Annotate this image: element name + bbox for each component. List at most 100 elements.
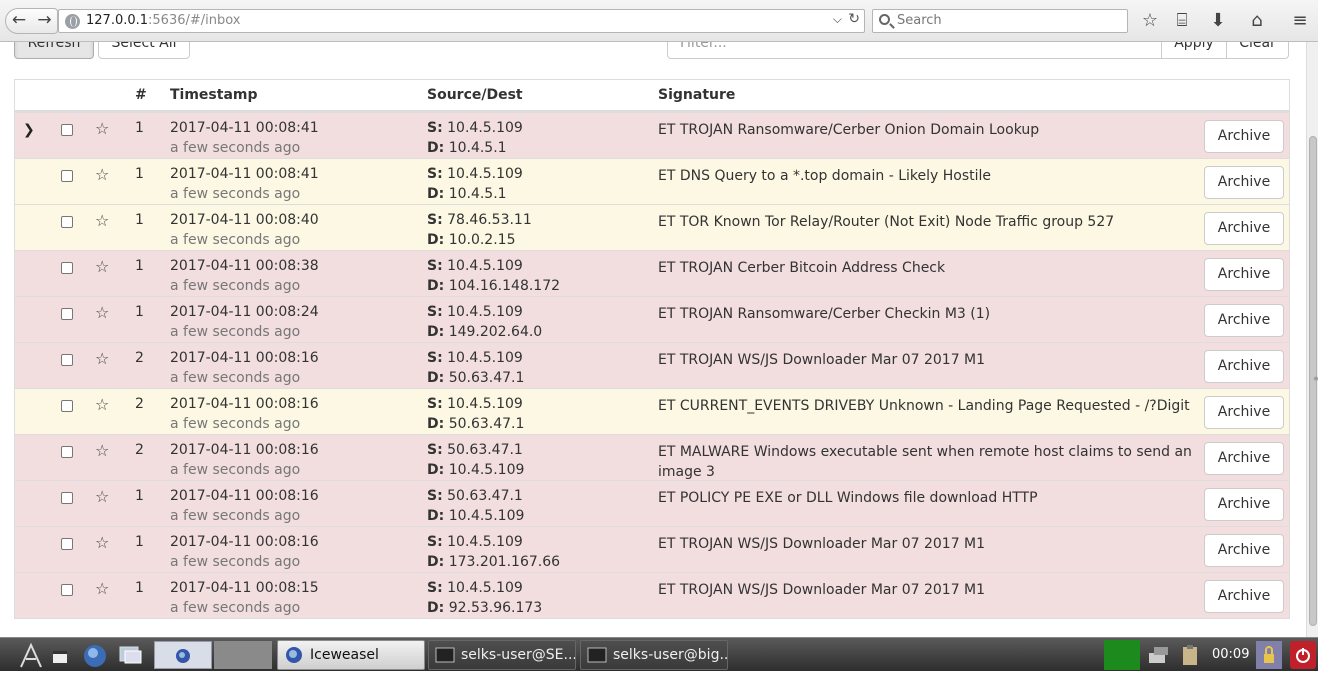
- apply-button[interactable]: Apply: [1161, 42, 1227, 59]
- archive-button[interactable]: Archive: [1204, 120, 1284, 153]
- task-iceweasel[interactable]: Iceweasel: [277, 640, 425, 670]
- row-checkbox[interactable]: [61, 354, 73, 366]
- reload-icon[interactable]: ↻: [848, 11, 860, 27]
- row-checkbox[interactable]: [61, 216, 73, 228]
- header-count[interactable]: #: [135, 87, 147, 103]
- row-checkbox[interactable]: [61, 400, 73, 412]
- row-signature[interactable]: ET TROJAN WS/JS Downloader Mar 07 2017 M…: [658, 580, 1203, 600]
- archive-button[interactable]: Archive: [1204, 442, 1284, 475]
- table-row[interactable]: ☆ 1 2017-04-11 00:08:15 a few seconds ago S:…: [15, 572, 1289, 618]
- star-icon[interactable]: ☆: [95, 579, 109, 598]
- table-row[interactable]: ☆ 2 2017-04-11 00:08:16 a few seconds ago S:…: [15, 434, 1289, 480]
- row-signature[interactable]: ET CURRENT_EVENTS DRIVEBY Unknown - Land…: [658, 396, 1203, 416]
- task-terminal-1[interactable]: selks-user@SE...: [428, 640, 576, 670]
- row-signature[interactable]: ET MALWARE Windows executable sent when …: [658, 442, 1203, 482]
- row-destination: D: 149.202.64.0: [427, 324, 543, 340]
- table-row[interactable]: ☆ 1 2017-04-11 00:08:38 a few seconds ago S:…: [15, 250, 1289, 296]
- row-signature[interactable]: ET TROJAN Cerber Bitcoin Address Check: [658, 258, 1203, 278]
- scrollbar-thumb[interactable]: ≡: [1309, 136, 1318, 626]
- archive-button[interactable]: Archive: [1204, 304, 1284, 337]
- archive-button[interactable]: Archive: [1204, 166, 1284, 199]
- row-destination: D: 10.4.5.1: [427, 140, 507, 156]
- row-signature[interactable]: ET TROJAN Ransomware/Cerber Onion Domain…: [658, 120, 1203, 140]
- table-row[interactable]: ☆ 1 2017-04-11 00:08:41 a few seconds ago S:…: [15, 158, 1289, 204]
- star-icon[interactable]: ☆: [95, 349, 109, 368]
- lock-screen-icon[interactable]: [1256, 641, 1282, 669]
- clear-button[interactable]: Clear: [1226, 42, 1289, 59]
- expand-caret-icon[interactable]: ❯: [23, 122, 35, 138]
- table-row[interactable]: ☆ 1 2017-04-11 00:08:40 a few seconds ago S:…: [15, 204, 1289, 250]
- table-row[interactable]: ☆ 1 2017-04-11 00:08:16 a few seconds ago S:…: [15, 480, 1289, 526]
- row-signature[interactable]: ET TROJAN Ransomware/Cerber Checkin M3 (…: [658, 304, 1203, 324]
- star-icon[interactable]: ☆: [95, 119, 109, 138]
- row-checkbox[interactable]: [61, 538, 73, 550]
- row-signature[interactable]: ET TROJAN WS/JS Downloader Mar 07 2017 M…: [658, 534, 1203, 554]
- workspace-2[interactable]: [214, 641, 272, 669]
- scrollbar[interactable]: ≡: [1306, 42, 1318, 637]
- header-source-dest[interactable]: Source/Dest: [427, 87, 523, 103]
- row-signature[interactable]: ET TROJAN WS/JS Downloader Mar 07 2017 M…: [658, 350, 1203, 370]
- row-timestamp: 2017-04-11 00:08:38: [170, 258, 319, 274]
- archive-button[interactable]: Archive: [1204, 350, 1284, 383]
- home-icon[interactable]: ⌂: [1245, 8, 1269, 34]
- row-checkbox[interactable]: [61, 492, 73, 504]
- table-row[interactable]: ☆ 2 2017-04-11 00:08:16 a few seconds ago S:…: [15, 342, 1289, 388]
- row-checkbox[interactable]: [61, 170, 73, 182]
- forward-button[interactable]: →: [32, 8, 58, 34]
- arrow-right-icon: →: [37, 10, 52, 30]
- windows-launcher-icon[interactable]: [118, 641, 144, 669]
- network-icon[interactable]: [1146, 641, 1172, 669]
- star-icon[interactable]: ☆: [95, 257, 109, 276]
- reading-list-icon[interactable]: ⌸: [1170, 8, 1194, 34]
- row-signature[interactable]: ET POLICY PE EXE or DLL Windows file dow…: [658, 488, 1203, 508]
- workspace-1[interactable]: [154, 641, 212, 669]
- url-bar[interactable]: 127.0.0.1:5636/#/inbox ⌵ ↻: [58, 9, 865, 33]
- row-relative-time: a few seconds ago: [170, 554, 301, 570]
- start-menu-icon[interactable]: [18, 641, 44, 669]
- filter-input[interactable]: Filter...: [667, 42, 1162, 59]
- table-row[interactable]: ☆ 2 2017-04-11 00:08:16 a few seconds ago S:…: [15, 388, 1289, 434]
- header-signature[interactable]: Signature: [658, 87, 735, 103]
- archive-button[interactable]: Archive: [1204, 396, 1284, 429]
- chevron-down-icon[interactable]: ⌵: [833, 12, 842, 27]
- row-checkbox[interactable]: [61, 584, 73, 596]
- row-checkbox[interactable]: [61, 124, 73, 136]
- row-checkbox[interactable]: [61, 446, 73, 458]
- back-button[interactable]: ←: [5, 8, 33, 34]
- row-relative-time: a few seconds ago: [170, 278, 301, 294]
- archive-button[interactable]: Archive: [1204, 488, 1284, 521]
- select-all-button[interactable]: Select All: [98, 42, 190, 59]
- row-signature[interactable]: ET DNS Query to a *.top domain - Likely …: [658, 166, 1203, 186]
- clipboard-icon[interactable]: [1178, 641, 1204, 669]
- star-icon[interactable]: ☆: [95, 395, 109, 414]
- bookmark-star-icon[interactable]: ☆: [1138, 8, 1162, 34]
- power-icon[interactable]: [1290, 641, 1316, 669]
- row-checkbox[interactable]: [61, 262, 73, 274]
- table-row[interactable]: ❯ ☆ 1 2017-04-11 00:08:41 a few seconds ago S…: [15, 112, 1289, 158]
- row-relative-time: a few seconds ago: [170, 416, 301, 432]
- search-input[interactable]: Search: [872, 9, 1128, 33]
- menu-icon[interactable]: ≡: [1288, 8, 1312, 34]
- table-row[interactable]: ☆ 1 2017-04-11 00:08:16 a few seconds ago S:…: [15, 526, 1289, 572]
- terminal-launcher-icon[interactable]: [50, 641, 76, 669]
- archive-button[interactable]: Archive: [1204, 212, 1284, 245]
- star-icon[interactable]: ☆: [95, 533, 109, 552]
- row-checkbox[interactable]: [61, 308, 73, 320]
- star-icon[interactable]: ☆: [95, 303, 109, 322]
- star-icon[interactable]: ☆: [95, 165, 109, 184]
- row-source: S: 50.63.47.1: [427, 442, 523, 458]
- star-icon[interactable]: ☆: [95, 441, 109, 460]
- star-icon[interactable]: ☆: [95, 487, 109, 506]
- task-terminal-2[interactable]: selks-user@big...: [580, 640, 728, 670]
- star-icon[interactable]: ☆: [95, 211, 109, 230]
- download-icon[interactable]: ⬇: [1206, 8, 1230, 34]
- archive-button[interactable]: Archive: [1204, 534, 1284, 567]
- row-source: S: 10.4.5.109: [427, 120, 523, 136]
- header-timestamp[interactable]: Timestamp: [170, 87, 258, 103]
- row-signature[interactable]: ET TOR Known Tor Relay/Router (Not Exit)…: [658, 212, 1203, 232]
- browser-launcher-icon[interactable]: [82, 641, 108, 669]
- archive-button[interactable]: Archive: [1204, 258, 1284, 291]
- archive-button[interactable]: Archive: [1204, 580, 1284, 613]
- table-row[interactable]: ☆ 1 2017-04-11 00:08:24 a few seconds ago S:…: [15, 296, 1289, 342]
- refresh-button[interactable]: Refresh: [14, 42, 94, 59]
